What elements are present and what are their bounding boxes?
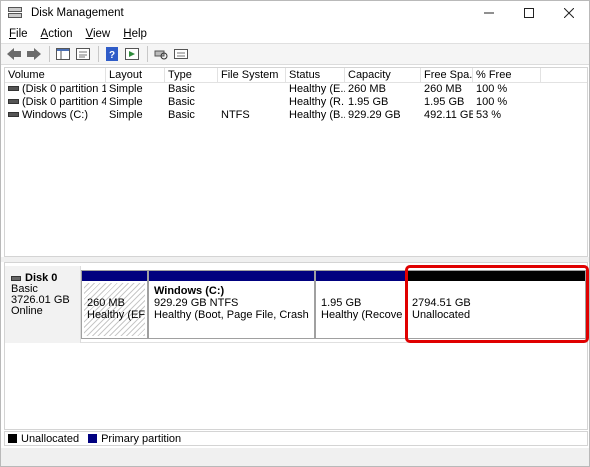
red-highlight-box [405,265,589,343]
table-row[interactable]: (Disk 0 partition 1) Simple Basic Health… [5,83,587,96]
column-type[interactable]: Type [165,68,218,82]
title-bar: Disk Management [1,1,589,25]
table-row[interactable]: Windows (C:) Simple Basic NTFS Healthy (… [5,109,587,122]
partition-windows-c[interactable]: Windows (C:) 929.29 GB NTFS Healthy (Boo… [148,270,315,339]
column-status[interactable]: Status [286,68,345,82]
legend: Unallocated Primary partition [4,431,588,446]
close-icon [564,8,574,18]
maximize-button[interactable] [509,1,549,25]
column-capacity[interactable]: Capacity [345,68,421,82]
partition-recovery[interactable]: 1.95 GB Healthy (Recovery I [315,270,406,339]
volume-icon [8,111,19,117]
back-button[interactable] [5,45,23,63]
console-tree-button[interactable] [54,45,72,63]
primary-partition-bar [316,271,405,281]
column-layout[interactable]: Layout [106,68,165,82]
primary-partition-swatch [88,434,98,443]
disk-management-window: Disk Management File Action View Help ? … [0,0,590,467]
table-row[interactable]: (Disk 0 partition 4) Simple Basic Health… [5,96,587,109]
forward-button[interactable] [25,45,43,63]
forward-arrow-icon [27,48,41,60]
help-icon: ? [106,47,118,61]
legend-primary-partition: Primary partition [101,432,182,445]
help-button[interactable]: ? [103,45,121,63]
rescan-icon [154,50,168,60]
rescan-disks-button[interactable] [152,45,170,63]
menu-bar: File Action View Help [1,25,589,43]
menu-help[interactable]: Help [118,28,152,40]
disk-0-label[interactable]: Disk 0 Basic 3726.01 GB Online [5,266,81,343]
disk-list-button[interactable] [172,45,190,63]
back-arrow-icon [7,48,21,60]
legend-unallocated: Unallocated [21,432,80,445]
volume-list-header: Volume Layout Type File System Status Ca… [5,68,587,83]
menu-view[interactable]: View [81,28,116,40]
minimize-icon [484,12,494,14]
partition-status: Healthy (EFI S [87,309,145,321]
partition-status: Healthy (Boot, Page File, Crash Dump [154,309,312,321]
partition-size: 929.29 GB NTFS [154,297,239,309]
disk-management-icon [8,6,24,20]
primary-partition-bar [149,271,314,281]
primary-partition-bar [82,271,147,281]
action-pane-icon [125,48,139,60]
toolbar: ? [1,43,589,65]
show-hide-action-pane-button[interactable] [123,45,141,63]
disk-status: Online [11,305,43,317]
minimize-button[interactable] [469,1,509,25]
unallocated-swatch [8,434,17,443]
column-percent-free[interactable]: % Free [473,68,541,82]
close-button[interactable] [549,1,589,25]
status-bar [1,448,589,466]
volume-list: Volume Layout Type File System Status Ca… [4,67,588,257]
column-file-system[interactable]: File System [218,68,286,82]
column-volume[interactable]: Volume [5,68,106,82]
console-tree-icon [56,48,70,60]
partition-efi[interactable]: 260 MB Healthy (EFI S [81,270,148,339]
disk-icon [11,276,21,281]
partition-size: 1.95 GB [321,297,362,309]
volume-icon [8,85,19,91]
svg-text:?: ? [109,50,115,61]
menu-file[interactable]: File [4,28,33,40]
maximize-icon [524,8,534,18]
partition-name: Windows (C:) [154,285,225,297]
volume-icon [8,98,19,104]
column-free-space[interactable]: Free Spa... [421,68,473,82]
menu-action[interactable]: Action [36,28,78,40]
disk-list-icon [174,49,188,59]
properties-button[interactable] [74,45,92,63]
partition-size: 260 MB [87,297,125,309]
window-title: Disk Management [31,7,124,19]
properties-icon [76,48,90,60]
partition-status: Healthy (Recovery I [321,309,403,321]
